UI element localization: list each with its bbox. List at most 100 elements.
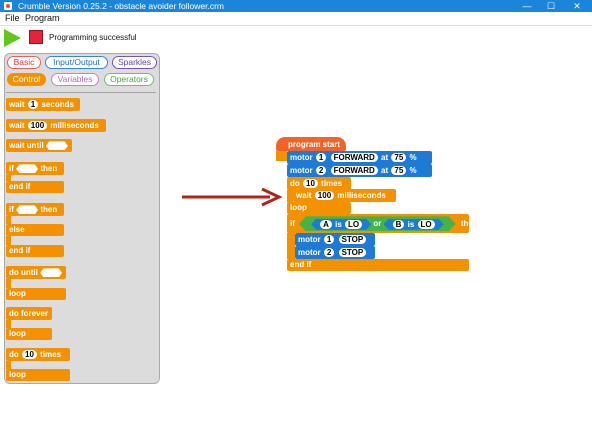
palette-do-until-block[interactable]: do until (6, 266, 66, 279)
palette-end-if-block-2[interactable]: end if (6, 245, 64, 257)
category-control[interactable]: Control (7, 73, 46, 86)
do-label: do (9, 350, 19, 359)
then-label: then (460, 219, 478, 228)
do-forever-label: do forever (9, 309, 49, 318)
loop-label: loop (9, 370, 26, 379)
wait-label: wait (9, 121, 25, 130)
if-label: if (9, 205, 14, 214)
palette-else-block[interactable]: else (6, 224, 64, 236)
or-condition[interactable]: A is LO or B is LO (299, 216, 456, 231)
seconds-value[interactable]: 1 (27, 100, 39, 110)
wait-until-label: wait until (9, 141, 44, 150)
do-forever-c-bar (6, 320, 11, 328)
motor-2-forward-block[interactable]: motor 2 FORWARD at 75 % (287, 164, 432, 177)
window-title: Crumble Version 0.25.2 - obstacle avoide… (18, 1, 224, 11)
menu-file[interactable]: File (5, 12, 20, 25)
level-a[interactable]: LO (345, 220, 362, 229)
pin-a[interactable]: A (320, 220, 332, 229)
title-bar: Crumble Version 0.25.2 - obstacle avoide… (0, 0, 592, 12)
palette-wait-seconds-block[interactable]: wait 1 seconds (6, 98, 80, 111)
maximize-button[interactable]: ☐ (538, 0, 564, 12)
palette-loop-block[interactable]: loop (6, 288, 66, 300)
condition-slot[interactable] (45, 141, 68, 151)
seconds-label: seconds (41, 100, 74, 109)
ms-label: milliseconds (337, 191, 386, 200)
percent-label: % (409, 166, 417, 175)
program-start-block[interactable]: program start (276, 137, 346, 151)
loop-block[interactable]: loop (287, 202, 351, 214)
do-label: do (290, 179, 300, 188)
or-label: or (373, 219, 382, 229)
motor-1-forward-block[interactable]: motor 1 FORWARD at 75 % (287, 151, 432, 164)
category-variables[interactable]: Variables (51, 73, 99, 86)
app-icon (4, 2, 12, 10)
motor-label: motor (290, 166, 313, 175)
times-value[interactable]: 10 (22, 350, 37, 360)
palette-loop-block-3[interactable]: loop (6, 369, 70, 381)
percent-label: % (409, 153, 417, 162)
level-b[interactable]: LO (418, 220, 435, 229)
close-button[interactable]: ✕ (564, 0, 590, 12)
b-condition[interactable]: B is LO (384, 219, 444, 230)
speed-value[interactable]: 75 (391, 166, 407, 176)
palette-do-forever-block[interactable]: do forever (6, 307, 52, 320)
ms-value[interactable]: 100 (314, 191, 335, 201)
motor-number[interactable]: 2 (315, 166, 327, 176)
palette-do-times-block[interactable]: do 10 times (6, 348, 70, 361)
palette-end-if-block[interactable]: end if (6, 181, 64, 193)
motor-number[interactable]: 2 (323, 248, 335, 258)
palette-loop-block-2[interactable]: loop (6, 328, 52, 340)
a-condition[interactable]: A is LO (311, 219, 371, 230)
do-until-c-bar (6, 279, 11, 288)
end-if-block[interactable]: end if (287, 259, 469, 271)
category-operators[interactable]: Operators (104, 73, 154, 86)
category-sparkles[interactable]: Sparkles (112, 56, 157, 69)
at-label: at (381, 166, 389, 175)
motor-1-stop-block[interactable]: motor 1 STOP (295, 233, 375, 246)
direction-value[interactable]: FORWARD (330, 153, 378, 163)
if-block[interactable]: if A is LO or B is LO then (287, 214, 478, 233)
motor-number[interactable]: 1 (315, 153, 327, 163)
red-arrow-icon (182, 188, 283, 207)
direction-value[interactable]: FORWARD (330, 166, 378, 176)
palette-wait-ms-block[interactable]: wait 100 milliseconds (6, 119, 106, 132)
category-basic[interactable]: Basic (7, 56, 41, 69)
motor-label: motor (298, 248, 321, 257)
do-times-c-bar (6, 361, 11, 369)
program-start-spine (276, 151, 287, 161)
if-c-bar (287, 233, 295, 259)
ms-label: milliseconds (50, 121, 99, 130)
end-if-label: end if (9, 246, 31, 255)
direction-value[interactable]: STOP (338, 235, 367, 245)
motor-number[interactable]: 1 (323, 235, 335, 245)
wait-ms-block[interactable]: wait 100 milliseconds (293, 189, 396, 202)
else-label: else (9, 225, 25, 234)
direction-value[interactable]: STOP (338, 248, 367, 258)
palette-wait-until-block[interactable]: wait until (6, 139, 72, 152)
times-label: times (321, 179, 343, 188)
condition-slot[interactable] (16, 205, 39, 215)
minimize-button[interactable]: — (514, 0, 540, 12)
end-if-label: end if (290, 260, 312, 269)
end-if-label: end if (9, 182, 31, 191)
category-input-output[interactable]: Input/Output (45, 56, 108, 69)
play-icon[interactable] (4, 29, 21, 47)
stop-icon[interactable] (29, 30, 43, 44)
if-label: if (290, 219, 295, 228)
condition-slot[interactable] (16, 164, 39, 174)
times-value[interactable]: 10 (303, 179, 318, 189)
times-label: times (40, 350, 62, 359)
menu-program[interactable]: Program (25, 12, 60, 25)
condition-slot[interactable] (40, 268, 63, 278)
motor-2-stop-block[interactable]: motor 2 STOP (295, 246, 375, 259)
speed-value[interactable]: 75 (391, 153, 407, 163)
ms-value[interactable]: 100 (27, 121, 48, 131)
palette-divider (6, 92, 156, 93)
palette-if-else-block[interactable]: if then (6, 203, 64, 216)
loop-label: loop (9, 289, 26, 298)
palette-if-block[interactable]: if then (6, 162, 64, 175)
motor-label: motor (290, 153, 313, 162)
pin-b[interactable]: B (393, 220, 405, 229)
if-label: if (9, 164, 14, 173)
status-text: Programming successful (49, 33, 137, 42)
